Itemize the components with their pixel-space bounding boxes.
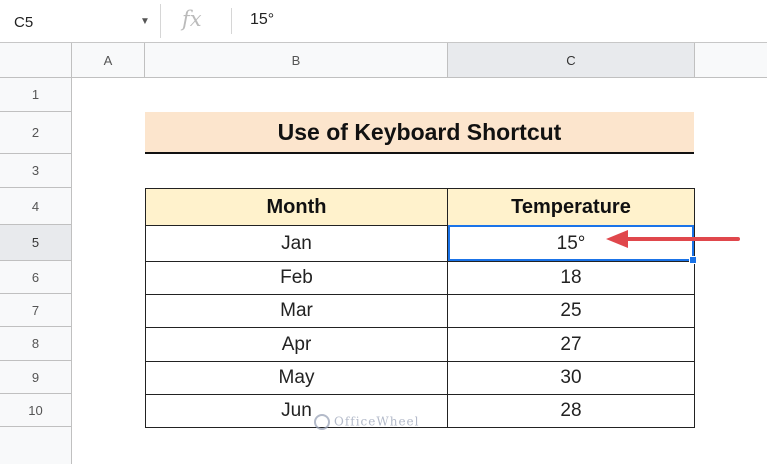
name-box[interactable]: C5 ▼ [0,4,161,38]
column-header-d[interactable] [695,43,767,78]
temperature-cell[interactable]: 18 [447,261,695,295]
watermark: OfficeWheel [314,414,419,430]
row-header-3[interactable]: 3 [0,154,72,188]
row-header-8[interactable]: 8 [0,327,72,361]
month-cell[interactable]: Mar [145,294,448,328]
column-header-b[interactable]: B [145,43,448,78]
month-cell[interactable]: Feb [145,261,448,295]
row-header-6[interactable]: 6 [0,261,72,294]
month-cell[interactable]: May [145,361,448,395]
temperature-cell[interactable]: 27 [447,327,695,362]
month-cell[interactable]: Jan [145,225,448,262]
row-header-2[interactable]: 2 [0,112,72,154]
table-row: Apr 27 [145,327,695,362]
temperature-cell[interactable]: 28 [447,394,695,428]
officewheel-logo-icon [314,414,330,430]
select-all-corner[interactable] [0,43,72,78]
temperature-cell[interactable]: 25 [447,294,695,328]
row-header-11[interactable] [0,427,72,464]
row-header-1[interactable]: 1 [0,78,72,112]
formula-input[interactable]: 15° [250,11,274,29]
month-header-cell[interactable]: Month [145,188,448,226]
row-header-7[interactable]: 7 [0,294,72,327]
table-row: Feb 18 [145,261,695,295]
row-header-9[interactable]: 9 [0,361,72,394]
fill-handle[interactable] [689,256,697,264]
sheet-title-cell[interactable]: Use of Keyboard Shortcut [145,112,694,154]
row-header-5[interactable]: 5 [0,225,72,261]
fx-icon: fx [182,7,202,31]
column-header-a[interactable]: A [72,43,145,78]
row-header-4[interactable]: 4 [0,188,72,225]
column-header-c[interactable]: C [448,43,695,78]
formula-bar: C5 ▼ fx 15° [0,0,767,43]
name-box-value: C5 [14,14,34,31]
temperature-cell[interactable]: 30 [447,361,695,395]
table-row: Jun 28 [145,394,695,428]
temperature-header-cell[interactable]: Temperature [447,188,695,226]
month-cell[interactable]: Apr [145,327,448,362]
red-arrow-icon [606,230,740,248]
watermark-text: OfficeWheel [334,414,420,429]
chevron-down-icon[interactable]: ▼ [140,16,150,27]
table-row: May 30 [145,361,695,395]
temperature-table: Month Temperature Jan 15° Feb 18 Mar 25 … [145,188,695,428]
table-row: Mar 25 [145,294,695,328]
row-header-10[interactable]: 10 [0,394,72,427]
formula-divider [231,8,232,34]
